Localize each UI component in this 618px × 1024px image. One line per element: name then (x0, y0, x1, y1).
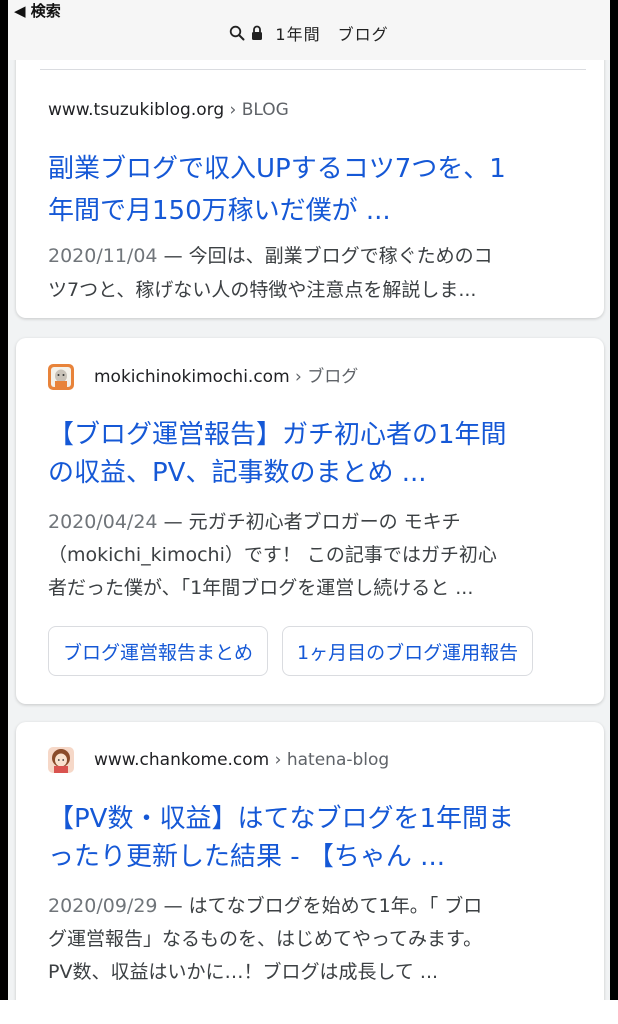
browser-screen: ◀ 検索 1年間 ブログ www.tsuzukiblog.org › BLOG (8, 0, 610, 1000)
address-bar: ◀ 検索 1年間 ブログ (8, 0, 610, 60)
search-result-card: www.chankome.com › hatena-blog 【PV数・収益】は… (16, 722, 604, 1000)
result-breadcrumb: › BLOG (229, 100, 289, 120)
result-site: www.tsuzukiblog.org (48, 100, 225, 120)
snippet-text: 元ガチ初心者ブロガーの モキチ (188, 511, 461, 533)
snippet-separator: — (163, 245, 189, 267)
card-divider (40, 69, 586, 70)
result-title-line[interactable]: 副業ブログで収入UPするコツ7つを、1 (48, 150, 582, 188)
sitelink-chip[interactable]: ブログ運営報告まとめ (48, 626, 269, 676)
back-to-search-link[interactable]: ◀ 検索 (14, 2, 61, 20)
result-breadcrumb: › ブログ (295, 367, 359, 387)
bottom-strip (0, 1000, 618, 1024)
result-snippet-line: グ運営報告」なるものを、はじめてやってみます。 (48, 928, 483, 950)
result-title-line[interactable]: 【PV数・収益】はてなブログを1年間ま (48, 800, 582, 838)
result-snippet-line: ツ7つと、稼げない人の特徴や注意点を解説しま... (48, 279, 477, 301)
result-snippet-line: 2020/09/29 — はてなブログを始めて1年。「 ブロ (48, 890, 580, 923)
snippet-text: 今回は、副業ブログで稼ぐためのコ (188, 245, 493, 267)
url-field[interactable]: 1年間 ブログ (8, 20, 610, 46)
result-url[interactable]: mokichinokimochi.com › ブログ (94, 366, 358, 388)
result-title-line[interactable]: 年間で月150万稼いだ僕が ... (48, 192, 582, 230)
search-result-card: www.tsuzukiblog.org › BLOG 副業ブログで収入UPするコ… (16, 40, 604, 318)
result-site: www.chankome.com (94, 750, 270, 770)
result-date: 2020/09/29 (48, 895, 158, 917)
result-title-line[interactable]: の収益、PV、記事数のまとめ ... (48, 454, 582, 492)
site-favicon-icon (48, 364, 74, 390)
snippet-separator: — (163, 895, 189, 917)
snippet-text: はてなブログを始めて1年。「 ブロ (188, 895, 483, 917)
address-text: 1年間 ブログ (275, 25, 389, 44)
result-snippet-line: 2020/04/24 — 元ガチ初心者ブロガーの モキチ (48, 506, 580, 539)
result-snippet-line: （mokichi_kimochi）です！ この記事ではガチ初心 (48, 544, 497, 566)
result-url[interactable]: www.tsuzukiblog.org › BLOG (48, 99, 289, 121)
result-snippet-line: 2020/11/04 — 今回は、副業ブログで稼ぐためのコ (48, 240, 580, 273)
sitelink-chip[interactable]: 1ヶ月目のブログ運用報告 (282, 626, 534, 676)
result-date: 2020/11/04 (48, 245, 158, 267)
snippet-separator: — (163, 511, 189, 533)
result-breadcrumb: › hatena-blog (274, 750, 390, 770)
result-url[interactable]: www.chankome.com › hatena-blog (94, 749, 389, 771)
search-icon (229, 25, 245, 41)
search-result-card: mokichinokimochi.com › ブログ 【ブログ運営報告】ガチ初心… (16, 338, 604, 704)
result-title-line[interactable]: ったり更新した結果 - 【ちゃん ... (48, 838, 582, 876)
result-site: mokichinokimochi.com (94, 367, 290, 387)
result-snippet-line: PV数、収益はいかに…！ブログは成長して ... (48, 961, 439, 983)
site-favicon-icon (48, 747, 74, 773)
result-snippet-line: 者だった僕が、「1年間ブログを運営し続けると ... (48, 577, 474, 599)
result-title-line[interactable]: 【ブログ運営報告】ガチ初心者の1年間 (48, 416, 582, 454)
lock-icon (251, 25, 263, 41)
result-date: 2020/04/24 (48, 511, 158, 533)
sitelink-chips: ブログ運営報告まとめ 1ヶ月目のブログ運用報告 (48, 626, 534, 676)
